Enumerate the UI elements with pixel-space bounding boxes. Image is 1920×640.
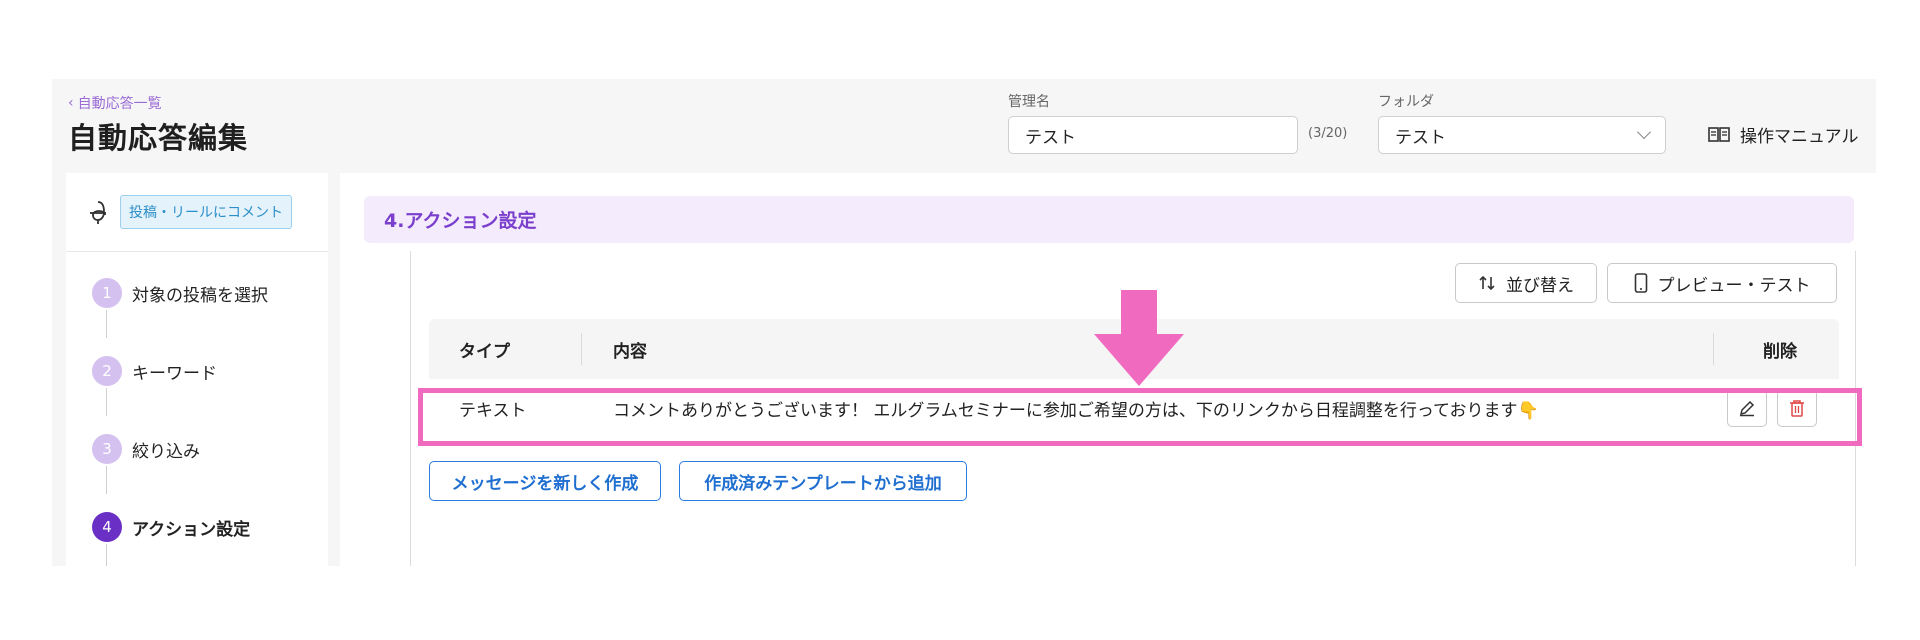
annotation-arrow-down-icon	[1094, 290, 1184, 386]
back-link-label: 自動応答一覧	[77, 96, 162, 112]
step-label: 絞り込み	[132, 441, 200, 462]
section-header: 4.アクション設定	[364, 196, 1854, 243]
step-filter[interactable]: 3 絞り込み	[92, 434, 200, 464]
chevron-down-icon	[1636, 124, 1652, 140]
column-header-delete: 削除	[1763, 341, 1797, 362]
add-from-template-button[interactable]: 作成済みテンプレートから追加	[679, 461, 967, 501]
step-number: 3	[92, 434, 122, 464]
instagram-threads-icon	[90, 201, 106, 224]
name-input[interactable]: テスト	[1008, 116, 1298, 154]
new-message-button[interactable]: メッセージを新しく作成	[429, 461, 661, 501]
manual-link[interactable]: 操作マニュアル	[1708, 122, 1859, 147]
name-input-value: テスト	[1025, 127, 1076, 148]
column-divider	[581, 333, 582, 365]
manual-link-label: 操作マニュアル	[1740, 127, 1859, 147]
step-action-settings[interactable]: 4 アクション設定	[92, 512, 250, 542]
step-connector	[106, 310, 107, 338]
trigger-row: 投稿・リールにコメント	[66, 173, 328, 252]
back-link[interactable]: ‹ 自動応答一覧	[68, 93, 162, 113]
preview-test-button[interactable]: プレビュー・テスト	[1607, 263, 1837, 303]
smartphone-icon	[1634, 273, 1647, 293]
step-label: アクション設定	[132, 519, 251, 540]
step-connector	[106, 466, 107, 494]
annotation-highlight-box	[418, 388, 1862, 446]
step-number: 2	[92, 356, 122, 386]
sort-icon	[1479, 275, 1495, 291]
step-connector	[106, 388, 107, 416]
column-header-content: 内容	[613, 341, 647, 362]
step-label: 対象の投稿を選択	[132, 285, 268, 306]
step-number: 1	[92, 278, 122, 308]
preview-test-button-label: プレビュー・テスト	[1657, 275, 1811, 296]
sidebar: 投稿・リールにコメント 1 対象の投稿を選択 2 キーワード 3 絞り込み 4 …	[66, 173, 328, 566]
name-char-counter: (3/20)	[1308, 126, 1348, 141]
chevron-left-icon: ‹	[68, 95, 74, 111]
step-keyword[interactable]: 2 キーワード	[92, 356, 217, 386]
step-label: キーワード	[132, 363, 217, 384]
step-select-post[interactable]: 1 対象の投稿を選択	[92, 278, 268, 308]
sort-button-label: 並び替え	[1506, 275, 1574, 296]
folder-select[interactable]: テスト	[1378, 116, 1666, 154]
name-label: 管理名	[1008, 94, 1050, 110]
trigger-badge: 投稿・リールにコメント	[120, 195, 292, 229]
folder-label: フォルダ	[1378, 94, 1434, 110]
sort-button[interactable]: 並び替え	[1455, 263, 1597, 303]
app-frame: ‹ 自動応答一覧 自動応答編集 管理名 テスト (3/20) フォルダ テスト …	[52, 79, 1876, 566]
column-divider	[1713, 333, 1714, 365]
step-connector	[106, 544, 107, 566]
column-header-type: タイプ	[459, 341, 510, 362]
step-number: 4	[92, 512, 122, 542]
folder-select-value: テスト	[1395, 127, 1446, 148]
page-title: 自動応答編集	[68, 121, 249, 155]
book-icon	[1708, 126, 1730, 142]
